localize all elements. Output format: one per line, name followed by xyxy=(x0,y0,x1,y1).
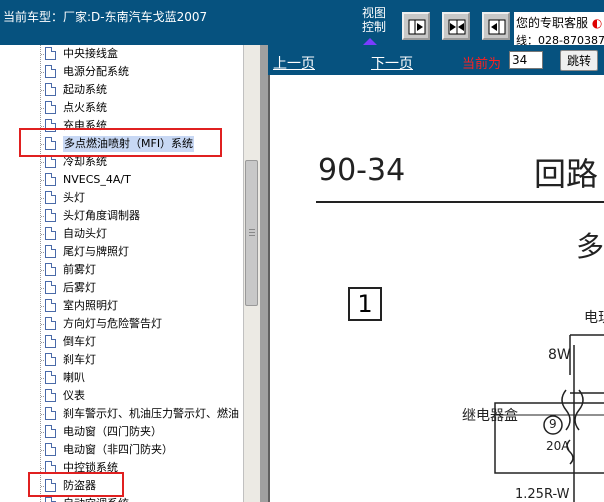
tree-item[interactable]: 电动窗（非四门防夹） xyxy=(0,441,243,459)
tree-item-label: 室内照明灯 xyxy=(63,299,118,312)
document-icon xyxy=(45,263,56,276)
tree-item-label: 刹车灯 xyxy=(63,353,96,366)
tree-item[interactable]: 尾灯与牌照灯 xyxy=(0,243,243,261)
tree-item[interactable]: 电源分配系统 xyxy=(0,63,243,81)
doc-text-relay-box: 继电器盒 xyxy=(462,408,518,424)
document-icon xyxy=(45,443,56,456)
tree-item-label: 电动窗（四门防夹） xyxy=(63,425,162,438)
doc-text-20a: 20A xyxy=(546,439,570,453)
document-icon xyxy=(45,299,56,312)
current-car-model: 当前车型：厂家:D-东南汽车戈蓝2007 xyxy=(3,10,208,24)
tree-item-label: 起动系统 xyxy=(63,83,107,96)
view-split-pane-button[interactable] xyxy=(442,12,470,40)
highlight-anti-theft-item xyxy=(28,472,124,497)
active-view-indicator-icon xyxy=(363,38,377,45)
tree-item-label: 仪表 xyxy=(63,389,85,402)
view-control-label: 视图 控制 xyxy=(362,6,387,34)
tree-item[interactable]: 刹车警示灯、机油压力警示灯、燃油 xyxy=(0,405,243,423)
highlight-mfi-item xyxy=(19,128,222,157)
doc-text-elec: 电现 xyxy=(584,310,604,326)
pager-bar: 上一页 下一页 xyxy=(268,45,604,75)
tree-item[interactable]: 后雾灯 xyxy=(0,279,243,297)
document-icon xyxy=(45,101,56,114)
tree-item[interactable]: 前雾灯 xyxy=(0,261,243,279)
service-indicator-icon: ◐ xyxy=(591,16,603,30)
tree-item[interactable]: 室内照明灯 xyxy=(0,297,243,315)
service-phone: 线：028-870387 xyxy=(516,34,604,45)
document-icon xyxy=(45,407,56,420)
tree-item[interactable]: NVECS_4A/T xyxy=(0,171,243,189)
manual-page-view: 90-34 回路 多 1 电现 8W 继电器盒 9 20A 1.25R-W xyxy=(268,75,604,502)
document-icon xyxy=(45,65,56,78)
tree-item-label: 喇叭 xyxy=(63,371,85,384)
tree-item[interactable]: 方向灯与危险警告灯 xyxy=(0,315,243,333)
tree-item-label: 方向灯与危险警告灯 xyxy=(63,317,162,330)
tree-item-label: 头灯角度调制器 xyxy=(63,209,140,222)
document-icon xyxy=(45,353,56,366)
tree-scrollbar[interactable] xyxy=(243,45,260,502)
view-left-pane-button[interactable] xyxy=(482,12,510,40)
doc-text-8w: 8W xyxy=(548,347,571,363)
tree-item-label: 自动头灯 xyxy=(63,227,107,240)
tree-item-label: NVECS_4A/T xyxy=(63,173,131,186)
tree-item[interactable]: 倒车灯 xyxy=(0,333,243,351)
tree-scrollbar-thumb[interactable] xyxy=(245,160,258,306)
tree-item[interactable]: 头灯角度调制器 xyxy=(0,207,243,225)
tree-item-label: 电动窗（非四门防夹） xyxy=(63,443,173,456)
tree-item[interactable]: 仪表 xyxy=(0,387,243,405)
arrow-right-icon xyxy=(408,19,426,35)
document-icon xyxy=(45,389,56,402)
tree-item[interactable]: 中央接线盒 xyxy=(0,45,243,63)
tree-item-label: 头灯 xyxy=(63,191,85,204)
document-icon xyxy=(45,371,56,384)
current-page-label: 当前为 xyxy=(462,57,502,72)
tree-item[interactable]: 起动系统 xyxy=(0,81,243,99)
goto-page-button[interactable]: 跳转 xyxy=(560,50,598,71)
document-icon xyxy=(45,191,56,204)
next-page-link[interactable]: 下一页 xyxy=(371,53,413,73)
doc-text-fuse-9: 9 xyxy=(549,417,557,431)
arrow-left-icon xyxy=(488,19,506,35)
tree-item-label: 刹车警示灯、机油压力警示灯、燃油 xyxy=(63,407,239,420)
document-icon xyxy=(45,83,56,96)
pane-splitter[interactable] xyxy=(260,45,268,502)
wiring-diagram xyxy=(494,334,604,502)
tree-item[interactable]: 电动窗（四门防夹） xyxy=(0,423,243,441)
document-icon xyxy=(45,281,56,294)
tree-item-label: 尾灯与牌照灯 xyxy=(63,245,129,258)
top-bar: 当前车型：厂家:D-东南汽车戈蓝2007 视图 控制 您的专职客服 ◐ 线：02… xyxy=(0,0,604,45)
tree-item-label: 倒车灯 xyxy=(63,335,96,348)
tree-item[interactable]: 自动头灯 xyxy=(0,225,243,243)
customer-service-panel: 您的专职客服 ◐ 线：028-870387 xyxy=(514,12,604,45)
tree-item-label: 后雾灯 xyxy=(63,281,96,294)
page-number-input[interactable] xyxy=(509,51,543,69)
view-right-pane-button[interactable] xyxy=(402,12,430,40)
tree-item-label: 中央接线盒 xyxy=(63,47,118,60)
tree-item-label: 前雾灯 xyxy=(63,263,96,276)
tree-item[interactable]: 点火系统 xyxy=(0,99,243,117)
tree-item-label: 点火系统 xyxy=(63,101,107,114)
document-icon xyxy=(45,425,56,438)
tree-item-label: 电源分配系统 xyxy=(63,65,129,78)
document-icon xyxy=(45,245,56,258)
service-title: 您的专职客服 xyxy=(516,16,589,30)
document-icon xyxy=(45,47,56,60)
system-tree: 中央接线盒 电源分配系统 起动系统 点火系统 充电系统 多点燃油喷射（MFI）系统 冷却系统… xyxy=(0,45,243,502)
tree-item[interactable]: 喇叭 xyxy=(0,369,243,387)
document-icon xyxy=(45,173,56,186)
document-icon xyxy=(45,227,56,240)
document-icon xyxy=(45,497,56,502)
prev-page-link[interactable]: 上一页 xyxy=(273,53,315,73)
tree-item[interactable]: 刹车灯 xyxy=(0,351,243,369)
document-icon xyxy=(45,335,56,348)
tree-item[interactable]: 头灯 xyxy=(0,189,243,207)
document-icon xyxy=(45,317,56,330)
split-arrows-icon xyxy=(448,19,466,35)
document-icon xyxy=(45,209,56,222)
doc-text-wire: 1.25R-W xyxy=(515,487,570,502)
